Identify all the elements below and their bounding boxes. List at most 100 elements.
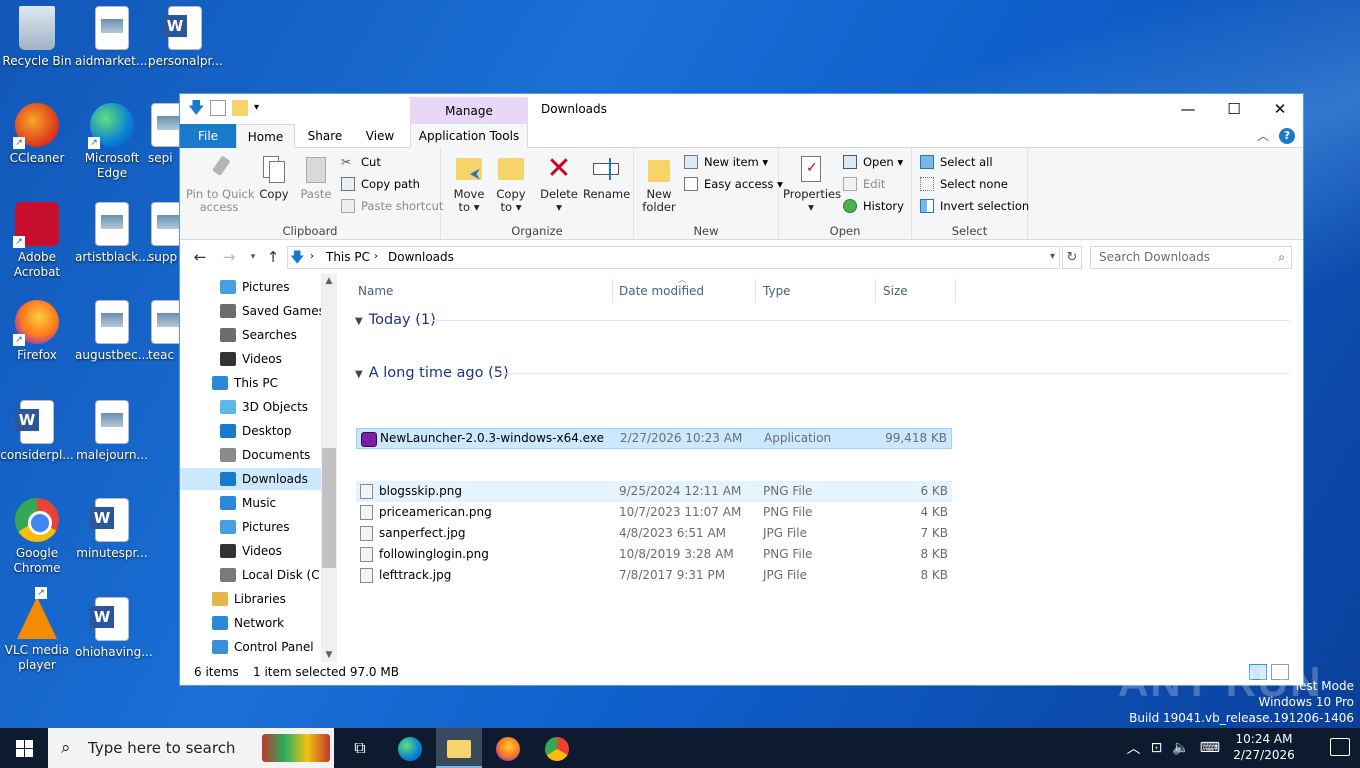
- tab-application-tools[interactable]: Application Tools: [410, 124, 528, 148]
- clock[interactable]: 10:24 AM 2/27/2026: [1224, 731, 1304, 763]
- back-button[interactable]: ←: [191, 248, 209, 266]
- paste-button[interactable]: Paste: [296, 154, 336, 201]
- desktop-icon[interactable]: ohiohaving...: [75, 597, 153, 660]
- down-arrow-icon[interactable]: 🡇: [188, 100, 204, 116]
- desktop-icon[interactable]: augustbec...: [75, 300, 149, 363]
- nav-item-pictures[interactable]: Pictures: [220, 276, 290, 298]
- nav-item-documents[interactable]: Documents: [220, 444, 310, 466]
- cut-button[interactable]: ✂ Cut: [341, 152, 381, 172]
- breadcrumb-downloads[interactable]: Downloads: [388, 250, 454, 264]
- keyboard-icon[interactable]: ⌨: [1200, 740, 1220, 756]
- new-item-button[interactable]: New item ▾: [684, 152, 768, 172]
- up-button[interactable]: ↑: [264, 248, 282, 266]
- desktop-icon[interactable]: Firefox: [0, 300, 74, 363]
- scroll-down-icon[interactable]: ▼: [321, 650, 337, 660]
- refresh-button[interactable]: ↻: [1062, 246, 1082, 269]
- delete-button[interactable]: ✕ Delete ▾: [539, 154, 579, 214]
- history-button[interactable]: History: [843, 196, 904, 216]
- rename-button[interactable]: Rename: [583, 154, 630, 201]
- nav-item-downloads[interactable]: Downloads: [180, 468, 321, 490]
- search-input[interactable]: Search Downloads ⌕: [1090, 246, 1292, 269]
- desktop-icon[interactable]: Google Chrome: [0, 498, 74, 576]
- desktop-icon[interactable]: artistblack....: [75, 202, 153, 265]
- paste-shortcut-button[interactable]: Paste shortcut: [341, 196, 443, 216]
- nav-item-pictures[interactable]: Pictures: [220, 516, 290, 538]
- nav-item-libraries[interactable]: Libraries: [212, 588, 286, 610]
- nav-item-this-pc[interactable]: This PC: [212, 372, 278, 394]
- column-name[interactable]: Name: [351, 279, 613, 303]
- close-button[interactable]: ✕: [1257, 94, 1303, 124]
- show-hidden-icons-icon[interactable]: ︿: [1127, 738, 1141, 758]
- desktop-icon[interactable]: minutespr...: [75, 498, 149, 561]
- address-bar[interactable]: 🡇 › This PC › Downloads ▾: [287, 246, 1060, 269]
- nav-item-music[interactable]: Music: [220, 492, 276, 514]
- copy-button[interactable]: Copy: [254, 154, 294, 201]
- nav-item-control-panel[interactable]: Control Panel: [212, 636, 314, 658]
- column-type[interactable]: Type: [756, 279, 876, 303]
- nav-item-videos[interactable]: Videos: [220, 348, 282, 370]
- desktop-icon[interactable]: CCleaner: [0, 103, 74, 166]
- nav-item-desktop[interactable]: Desktop: [220, 420, 292, 442]
- nav-item-3d-objects[interactable]: 3D Objects: [220, 396, 308, 418]
- tab-home[interactable]: Home: [236, 124, 295, 149]
- desktop-icon[interactable]: Recycle Bin: [0, 6, 74, 69]
- task-view-button[interactable]: ⧉: [337, 728, 383, 768]
- select-none-button[interactable]: Select none: [920, 174, 1008, 194]
- address-dropdown-icon[interactable]: ▾: [1050, 251, 1055, 262]
- select-all-button[interactable]: Select all: [920, 152, 993, 172]
- desktop-icon[interactable]: VLC media player: [0, 587, 74, 673]
- breadcrumb-this-pc[interactable]: This PC: [326, 250, 370, 264]
- desktop-icon[interactable]: personalpr...: [148, 6, 223, 69]
- taskbar-firefox-button[interactable]: [485, 728, 531, 768]
- column-size[interactable]: Size: [876, 279, 956, 303]
- nav-scrollbar[interactable]: ▲ ▼: [321, 274, 337, 662]
- nav-item-network[interactable]: Network: [212, 612, 284, 634]
- desktop-icon[interactable]: Adobe Acrobat: [0, 202, 74, 280]
- start-button[interactable]: [0, 728, 48, 768]
- nav-item-local-disk-c[interactable]: Local Disk (C:): [220, 564, 328, 586]
- maximize-button[interactable]: ☐: [1211, 94, 1257, 124]
- volume-icon[interactable]: 🔈: [1172, 740, 1189, 756]
- pin-quick-access-button[interactable]: Pin to Quick access: [186, 154, 255, 214]
- open-button[interactable]: Open ▾: [843, 152, 903, 172]
- nav-item-saved-games[interactable]: Saved Games: [220, 300, 325, 322]
- desktop-icon[interactable]: considerpl...: [0, 400, 74, 463]
- properties-icon[interactable]: [210, 100, 226, 116]
- scrollbar-thumb[interactable]: [322, 448, 336, 568]
- file-row[interactable]: NewLauncher-2.0.3-windows-x64.exe 2/27/20…: [356, 428, 952, 449]
- nav-item-searches[interactable]: Searches: [220, 324, 297, 346]
- scroll-up-icon[interactable]: ▲: [321, 276, 337, 286]
- notifications-icon[interactable]: [1330, 738, 1350, 756]
- minimize-button[interactable]: —: [1165, 94, 1211, 124]
- desktop-icon[interactable]: Microsoft Edge: [75, 103, 149, 181]
- move-to-button[interactable]: ⮜ Move to ▾: [449, 154, 489, 214]
- new-folder-button[interactable]: New folder: [638, 154, 680, 214]
- network-icon[interactable]: ⊡: [1151, 740, 1163, 756]
- recent-locations-button[interactable]: ▾: [244, 248, 262, 266]
- customize-qat-icon[interactable]: ▾: [254, 100, 270, 116]
- copy-to-button[interactable]: Copy to ▾: [491, 154, 531, 214]
- taskbar-chrome-button[interactable]: [534, 728, 580, 768]
- taskbar-search-box[interactable]: ⌕ Type here to search: [48, 728, 334, 768]
- tab-file[interactable]: File: [180, 124, 236, 148]
- taskbar-file-explorer-button[interactable]: [436, 728, 482, 768]
- desktop-icon[interactable]: aidmarket....: [75, 6, 151, 69]
- file-row[interactable]: followinglogin.png 10/8/2019 3:28 AM PNG F…: [356, 544, 952, 565]
- collapse-ribbon-icon[interactable]: ︿: [1257, 127, 1269, 144]
- file-row[interactable]: sanperfect.jpg 4/8/2023 6:51 AM JPG File 7 …: [356, 523, 952, 544]
- copy-path-button[interactable]: Copy path: [341, 174, 420, 194]
- easy-access-button[interactable]: Easy access ▾: [684, 174, 783, 194]
- file-row[interactable]: priceamerican.png 10/7/2023 11:07 AM PNG F…: [356, 502, 952, 523]
- tab-share[interactable]: Share: [305, 124, 345, 148]
- invert-selection-button[interactable]: Invert selection: [920, 196, 1029, 216]
- file-row[interactable]: lefttrack.jpg 7/8/2017 9:31 PM JPG File 8 K…: [356, 565, 952, 586]
- new-folder-icon[interactable]: [232, 100, 248, 116]
- forward-button[interactable]: →: [220, 248, 238, 266]
- help-icon[interactable]: ?: [1279, 127, 1295, 144]
- group-header-today[interactable]: ▼ Today (1): [355, 310, 436, 332]
- properties-button[interactable]: ✓ Properties ▾: [783, 154, 841, 214]
- taskbar-edge-button[interactable]: [387, 728, 433, 768]
- edit-button[interactable]: Edit: [843, 174, 885, 194]
- desktop-icon[interactable]: malejourn...: [75, 400, 149, 463]
- group-header-long-ago[interactable]: ▼ A long time ago (5): [355, 363, 509, 385]
